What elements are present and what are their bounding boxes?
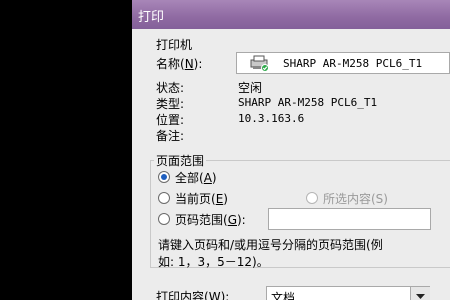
radio-all-label[interactable]: 全部(A)	[175, 169, 217, 186]
radio-current-page-label[interactable]: 当前页(E)	[175, 190, 228, 207]
comment-label: 备注:	[156, 129, 185, 143]
printer-name-value: SHARP AR-M258 PCL6_T1	[283, 57, 423, 70]
radio-selection-label[interactable]: 所选内容(S)	[323, 190, 388, 207]
print-content-value: 文档	[271, 291, 296, 300]
location-label: 位置:	[156, 113, 185, 127]
print-dialog: 打印 打印机 名称(N): SHARP AR-M258 PCL6_T1 状态: …	[132, 0, 450, 300]
type-label: 类型:	[156, 97, 185, 111]
dialog-title: 打印	[138, 10, 165, 25]
radio-pages-label[interactable]: 页码范围(G):	[175, 211, 246, 228]
print-content-dropdown[interactable]: 文档	[266, 286, 430, 300]
printer-name-dropdown[interactable]: SHARP AR-M258 PCL6_T1	[236, 52, 450, 74]
status-label: 状态:	[156, 81, 185, 95]
title-bar[interactable]: 打印	[132, 0, 450, 29]
chevron-down-icon	[416, 294, 425, 299]
radio-pages[interactable]	[158, 213, 170, 225]
background-left	[0, 0, 132, 300]
status-value: 空闲	[238, 81, 263, 95]
location-value: 10.3.163.6	[238, 112, 305, 125]
page-range-input[interactable]	[268, 208, 431, 230]
radio-selection[interactable]	[306, 192, 318, 204]
printer-name-label: 名称(N):	[156, 57, 203, 71]
print-content-label: 打印内容(W):	[156, 290, 230, 300]
printer-icon	[250, 55, 269, 72]
page-range-title: 页面范围	[154, 152, 207, 169]
print-content-dropdown-button[interactable]	[410, 287, 430, 300]
page-range-hint-line2: 如: 1，3，5－12)。	[158, 255, 269, 269]
radio-all[interactable]	[158, 171, 170, 183]
type-value: SHARP AR-M258 PCL6_T1	[238, 96, 378, 109]
radio-current-page[interactable]	[158, 192, 170, 204]
page-range-hint-line1: 请键入页码和/或用逗号分隔的页码范围(例	[158, 238, 383, 252]
printer-group-title: 打印机	[156, 38, 193, 52]
